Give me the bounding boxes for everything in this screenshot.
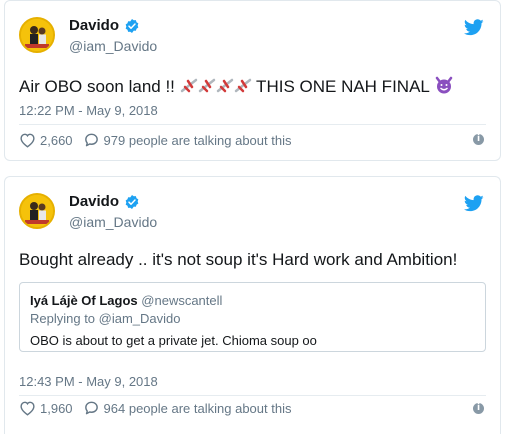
airplane-emoji — [216, 78, 233, 93]
airplane-emoji — [234, 78, 251, 93]
replying-to: Replying to @iam_Davido — [30, 311, 181, 326]
info-icon[interactable]: i — [473, 134, 484, 145]
twitter-bird-icon[interactable] — [464, 195, 484, 212]
author-handle[interactable]: @iam_Davido — [69, 38, 157, 54]
talking-count: 979 people are talking about this — [103, 132, 292, 148]
like-count: 2,660 — [40, 132, 73, 148]
talking-count: 964 people are talking about this — [103, 400, 292, 416]
comment-bubble-icon — [84, 133, 98, 147]
tweet-text: Air OBO soon land !! THIS ONE NAH FINAL — [19, 75, 454, 98]
author-handle[interactable]: @iam_Davido — [69, 214, 157, 230]
quoted-tweet-text: OBO is about to get a private jet. Chiom… — [30, 333, 317, 348]
airplane-emoji — [198, 78, 215, 93]
tweet-card-1[interactable]: Davido @iam_Davido Air OBO soon land !! … — [4, 0, 501, 161]
quoted-tweet-header: Iyá Lájè Of Lagos @newscantell — [30, 293, 222, 308]
divider — [19, 124, 486, 125]
like-count: 1,960 — [40, 400, 73, 416]
airplane-emoji-group — [180, 77, 252, 96]
tweet-timestamp[interactable]: 12:22 PM - May 9, 2018 — [19, 103, 158, 118]
quoted-tweet[interactable]: Iyá Lájè Of Lagos @newscantell Replying … — [19, 282, 486, 352]
tweet-text-part-1: Air OBO soon land !! — [19, 77, 180, 96]
tweet-text: Bought already .. it's not soup it's Har… — [19, 250, 458, 269]
quoted-author-handle: @newscantell — [141, 293, 223, 308]
reply-button[interactable]: 964 people are talking about this — [83, 400, 292, 416]
quoted-author-name: Iyá Lájè Of Lagos — [30, 293, 138, 308]
tweet-actions: 2,660 979 people are talking about this — [19, 132, 291, 148]
smiling-devil-emoji — [435, 76, 453, 94]
divider — [19, 395, 486, 396]
author-name[interactable]: Davido — [69, 193, 119, 210]
reply-button[interactable]: 979 people are talking about this — [83, 132, 292, 148]
airplane-emoji — [180, 78, 197, 93]
heart-icon — [20, 401, 35, 416]
author-name[interactable]: Davido — [69, 17, 119, 34]
tweet-timestamp[interactable]: 12:43 PM - May 9, 2018 — [19, 374, 158, 389]
comment-bubble-icon — [84, 401, 98, 415]
verified-badge-icon — [125, 18, 139, 33]
like-button[interactable]: 2,660 — [19, 132, 73, 148]
tweet-actions: 1,960 964 people are talking about this — [19, 400, 291, 416]
heart-icon — [20, 133, 35, 148]
info-icon[interactable]: i — [473, 403, 484, 414]
like-button[interactable]: 1,960 — [19, 400, 73, 416]
avatar[interactable] — [19, 193, 55, 229]
avatar[interactable] — [19, 17, 55, 53]
verified-badge-icon — [125, 194, 139, 209]
twitter-bird-icon[interactable] — [464, 19, 484, 36]
tweet-text-part-2: THIS ONE NAH FINAL — [251, 77, 434, 96]
tweet-card-2[interactable]: Davido @iam_Davido Bought already .. it'… — [4, 176, 501, 434]
